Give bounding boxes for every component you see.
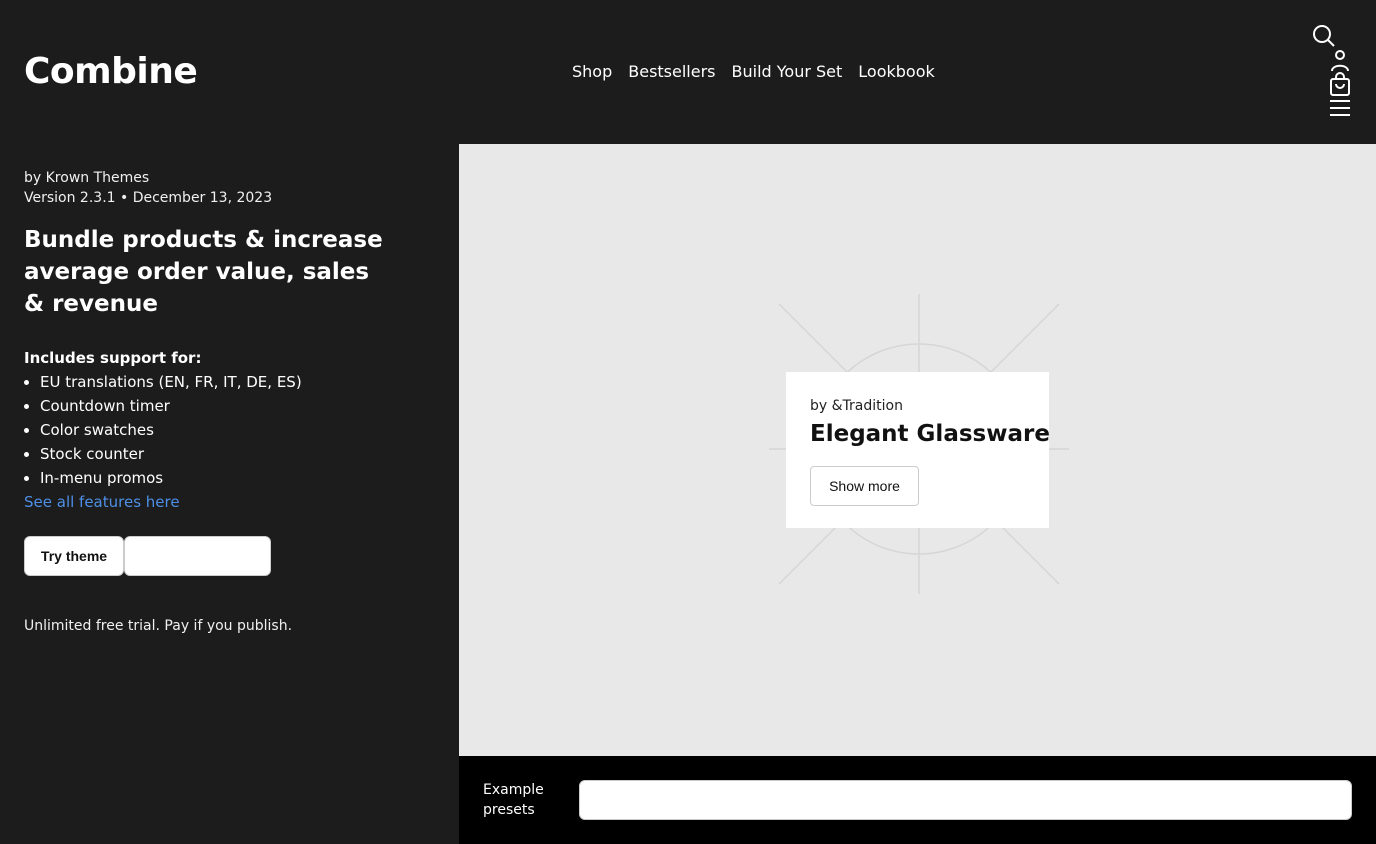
- search-icon[interactable]: [1312, 24, 1336, 48]
- try-theme-button[interactable]: Try theme: [24, 536, 124, 576]
- presets-select[interactable]: [579, 780, 1352, 820]
- main-nav: Shop Bestsellers Build Your Set Lookbook: [572, 62, 935, 82]
- feature-item: Countdown timer: [40, 394, 302, 418]
- nav-item-lookbook[interactable]: Lookbook: [858, 62, 934, 82]
- theme-meta: by Krown Themes Version 2.3.1 • December…: [24, 168, 272, 208]
- cart-icon[interactable]: [1328, 72, 1352, 96]
- feature-item: Stock counter: [40, 442, 302, 466]
- feature-item: EU translations (EN, FR, IT, DE, ES): [40, 370, 302, 394]
- show-more-button[interactable]: Show more: [810, 466, 919, 506]
- store-logo[interactable]: Combine: [24, 50, 198, 94]
- presets-label: Example presets: [483, 782, 544, 818]
- theme-headline: Bundle products & increase average order…: [24, 227, 383, 317]
- preview-card: by &Tradition Elegant Glassware Show mor…: [786, 372, 1050, 528]
- card-title: Elegant Glassware: [810, 421, 1050, 447]
- theme-version: Version 2.3.1 • December 13, 2023: [24, 190, 273, 206]
- account-icon[interactable]: [1328, 48, 1352, 72]
- nav-item-shop[interactable]: Shop: [572, 62, 612, 82]
- theme-preview: by &Tradition Elegant Glassware Show mor…: [459, 144, 1376, 756]
- menu-icon[interactable]: [1328, 96, 1352, 120]
- nav-item-bestsellers[interactable]: Bestsellers: [628, 62, 715, 82]
- trial-note: Unlimited free trial. Pay if you publish…: [24, 618, 293, 634]
- feature-item: Color swatches: [40, 418, 302, 442]
- card-brand: by &Tradition: [810, 398, 903, 414]
- presets-bar: Example presets: [459, 756, 1376, 844]
- secondary-button[interactable]: [124, 536, 271, 576]
- support-title: Includes support for:: [24, 349, 202, 367]
- support-list: Includes support for: EU translations (E…: [24, 346, 302, 514]
- see-all-features-link[interactable]: See all features here: [24, 493, 180, 511]
- nav-item-build-your-set[interactable]: Build Your Set: [732, 62, 843, 82]
- feature-item: In-menu promos: [40, 466, 302, 490]
- theme-author: by Krown Themes: [24, 170, 150, 186]
